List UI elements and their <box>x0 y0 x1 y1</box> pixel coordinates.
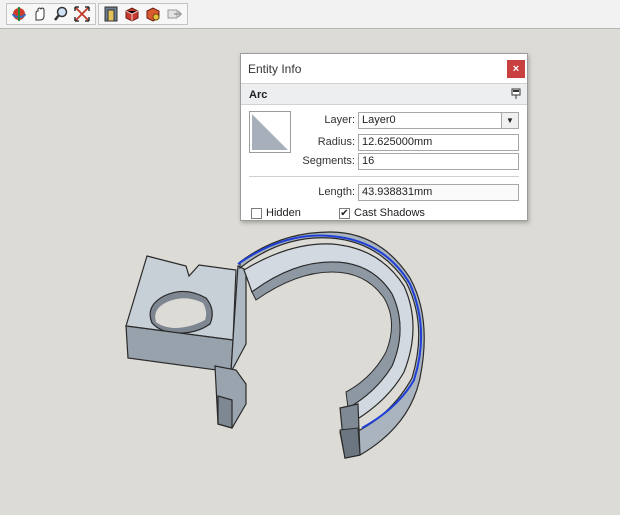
layer-select[interactable]: Layer0 ▼ <box>358 112 519 129</box>
cast-shadows-label: Cast Shadows <box>354 207 425 219</box>
segments-label: Segments: <box>302 155 355 167</box>
share-model-icon[interactable] <box>122 4 141 24</box>
divider <box>249 176 519 177</box>
entity-type-header: Arc <box>241 83 527 105</box>
length-label: Length: <box>318 186 355 198</box>
3d-warehouse-icon[interactable] <box>101 4 120 24</box>
length-field: 43.938831mm <box>358 184 519 201</box>
segments-field[interactable]: 16 <box>358 153 519 170</box>
camera-toolbar <box>6 3 96 25</box>
zoom-icon[interactable] <box>51 4 70 24</box>
toolbar <box>0 0 620 29</box>
warehouse-toolbar <box>98 3 188 25</box>
hidden-checkbox[interactable] <box>251 208 262 219</box>
close-button[interactable]: × <box>507 60 525 78</box>
panel-titlebar[interactable]: Entity Info × <box>241 54 527 82</box>
chevron-down-icon[interactable]: ▼ <box>501 113 518 128</box>
cast-shadows-checkbox[interactable]: ✔ <box>339 208 350 219</box>
orbit-icon[interactable] <box>9 4 28 24</box>
clip-model[interactable] <box>125 231 425 459</box>
entity-info-panel: Entity Info × Arc Layer: Layer0 ▼ Radius… <box>240 53 528 221</box>
entity-type-label: Arc <box>249 89 268 101</box>
layer-value: Layer0 <box>362 114 396 126</box>
radius-field[interactable]: 12.625000mm <box>358 134 519 151</box>
extension-warehouse-icon[interactable] <box>164 4 183 24</box>
share-component-icon[interactable] <box>143 4 162 24</box>
hidden-label: Hidden <box>266 207 301 219</box>
radius-label: Radius: <box>317 136 355 148</box>
pan-icon[interactable] <box>30 4 49 24</box>
layer-label: Layer: <box>324 114 355 126</box>
zoom-extents-icon[interactable] <box>72 4 91 24</box>
panel-title: Entity Info <box>248 62 302 76</box>
material-swatch[interactable] <box>249 111 291 153</box>
pin-icon[interactable] <box>511 88 521 100</box>
